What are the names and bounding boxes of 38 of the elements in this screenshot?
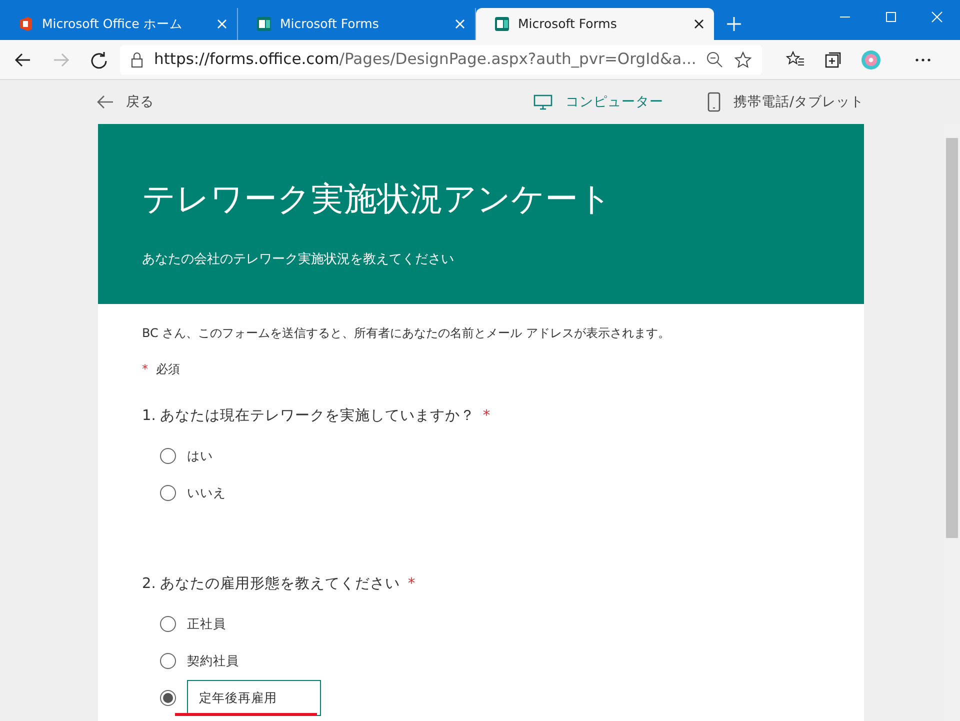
radio-button[interactable]: [160, 690, 176, 706]
address-bar[interactable]: https://forms.office.com/Pages/DesignPage.aspx?auth_pvr=OrgId&a...: [120, 44, 762, 74]
back-link[interactable]: 戻る: [96, 92, 154, 112]
option-label: はい: [187, 446, 213, 465]
monitor-icon: [533, 94, 554, 110]
required-label: 必須: [156, 361, 180, 378]
lock-icon: [130, 52, 144, 68]
option-label: いいえ: [187, 484, 226, 502]
close-icon[interactable]: [694, 19, 704, 29]
back-arrow-icon: [96, 94, 114, 110]
question-number: 1.: [142, 407, 156, 426]
zoom-out-icon[interactable]: [706, 50, 724, 68]
form-title: テレワーク実施状況アンケート: [142, 178, 613, 220]
option-label: 契約社員: [187, 652, 239, 670]
required-mark: *: [408, 574, 416, 594]
required-mark: *: [482, 407, 490, 426]
form-subtitle: あなたの会社のテレワーク実施状況を教えてください: [142, 250, 455, 268]
notice-text: BC さん、このフォームを送信すると、所有者にあなたの名前とメール アドレスが表示されます。: [142, 325, 672, 342]
question-number: 2.: [142, 574, 156, 594]
question-text: あなたは現在テレワークを実施していますか？: [160, 406, 475, 426]
office-logo-icon: [18, 16, 34, 32]
required-mark: *: [142, 361, 148, 378]
scrollbar-thumb[interactable]: [946, 138, 958, 538]
preview-mode-tab[interactable]: コンピューター: [533, 92, 664, 112]
radio-button[interactable]: [160, 616, 176, 632]
collections-icon[interactable]: [823, 50, 844, 70]
forms-logo-icon: [256, 16, 272, 32]
radio-button[interactable]: [160, 448, 176, 464]
question-text: あなたの雇用形態を教えてください: [160, 574, 400, 594]
star-icon[interactable]: [734, 50, 752, 68]
preview-mode-tab[interactable]: 携帯電話/タブレット: [707, 92, 864, 112]
refresh-icon[interactable]: [89, 50, 109, 70]
browser-tab[interactable]: Microsoft Forms: [476, 8, 714, 40]
phone-icon: [707, 92, 722, 112]
option-label: 正社員: [187, 614, 226, 633]
forms-logo-icon: [494, 16, 510, 32]
radio-button[interactable]: [160, 485, 176, 502]
radio-button[interactable]: [160, 653, 176, 669]
